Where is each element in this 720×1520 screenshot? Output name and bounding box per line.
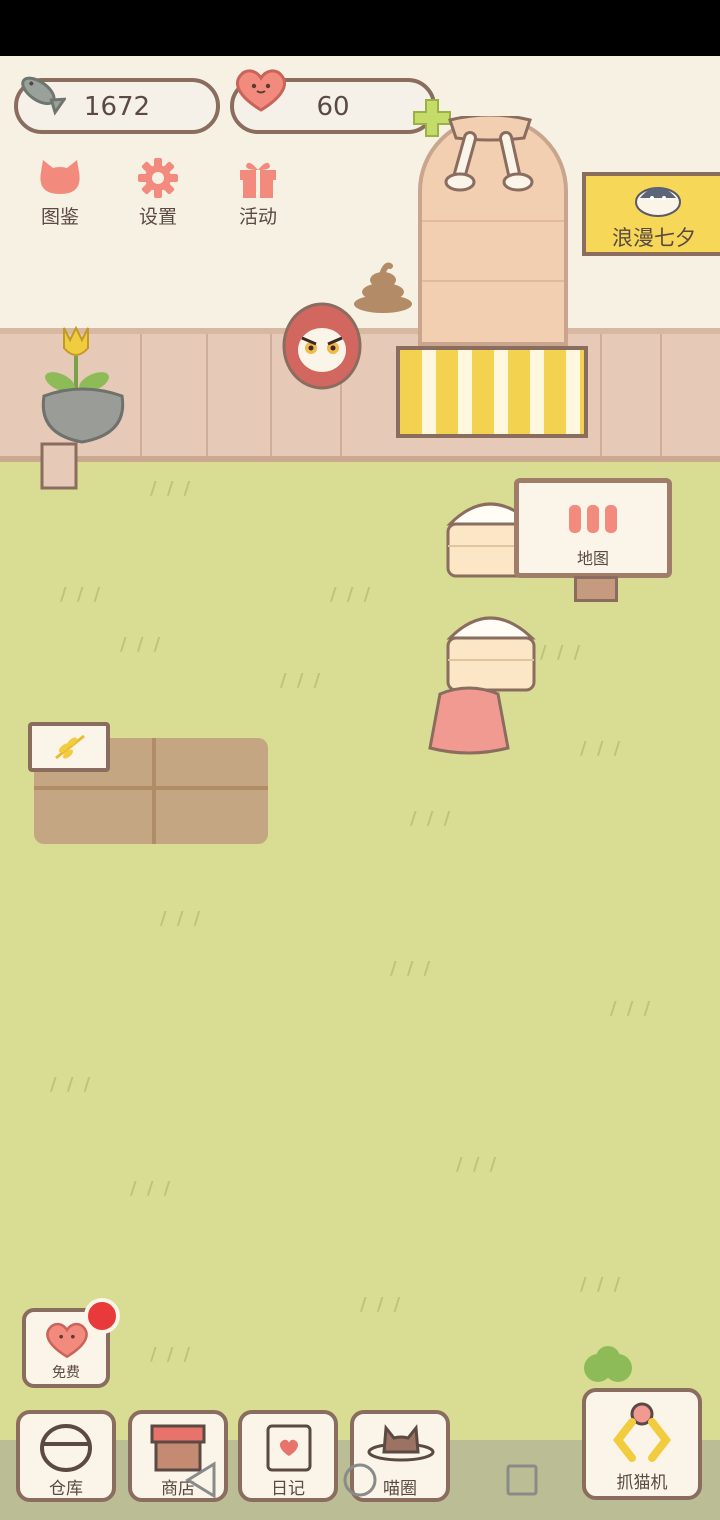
fence-map-icon: [569, 505, 617, 533]
daruma-toy-icon[interactable]: [280, 300, 364, 392]
free-label: 免费: [52, 1365, 80, 1381]
event-banner-label: 浪漫七夕: [612, 226, 696, 250]
gear-icon: [138, 158, 178, 198]
events-label: 活动: [238, 206, 277, 228]
striped-doormat: [396, 346, 588, 438]
wheat-sign[interactable]: [28, 722, 110, 772]
bird-icon: [635, 187, 681, 217]
clover-icon: [584, 1346, 632, 1382]
home-nav-icon[interactable]: [342, 1460, 378, 1500]
settings-button[interactable]: 设置: [118, 154, 198, 234]
recents-nav-icon[interactable]: [504, 1460, 540, 1500]
gift-icon: [240, 162, 276, 198]
tulip-plant-icon[interactable]: [36, 326, 130, 492]
event-banner[interactable]: 浪漫七夕: [582, 172, 720, 256]
back-nav-icon[interactable]: [182, 1460, 218, 1500]
events-button[interactable]: 活动: [218, 154, 298, 234]
heart-icon: [236, 69, 286, 112]
storage-label: 仓库: [49, 1479, 83, 1499]
status-bar: [0, 0, 720, 56]
steamer-basket-icon[interactable]: [440, 604, 540, 696]
fish-icon: [21, 76, 66, 116]
claw-icon: [612, 1402, 672, 1462]
storage-button[interactable]: 仓库: [16, 1410, 116, 1502]
settings-label: 设置: [138, 206, 177, 228]
sign-post: [574, 576, 618, 602]
map-label: 地图: [576, 549, 609, 568]
storage-icon: [40, 1424, 92, 1472]
cat-head-icon: [40, 160, 80, 194]
diary-label: 日记: [271, 1479, 305, 1499]
cat-legs-icon: [444, 116, 534, 192]
pink-jelly-icon[interactable]: [426, 686, 512, 756]
diary-button[interactable]: 日记: [238, 1410, 338, 1502]
notification-badge: [84, 1298, 120, 1334]
wheat-icon: [55, 734, 85, 760]
collection-label: 图鉴: [40, 206, 79, 228]
heart-icon: [46, 1322, 88, 1359]
map-sign[interactable]: 地图: [514, 478, 672, 578]
diary-icon: [266, 1424, 312, 1472]
claw-machine-label: 抓猫机: [616, 1473, 668, 1493]
claw-machine-button[interactable]: 抓猫机: [582, 1388, 702, 1500]
collection-button[interactable]: 图鉴: [20, 154, 100, 234]
